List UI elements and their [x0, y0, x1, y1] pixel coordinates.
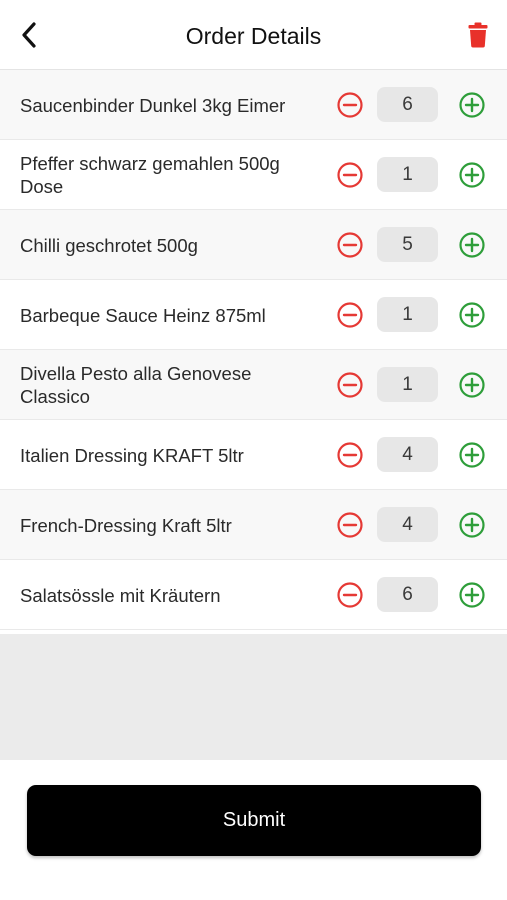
item-name: Divella Pesto alla Genovese Classico	[20, 363, 252, 407]
quantity-field[interactable]: 4	[377, 507, 438, 542]
increase-quantity-button[interactable]	[458, 301, 486, 329]
decrease-quantity-button[interactable]	[336, 371, 364, 399]
order-item-row: Pfeffer schwarz gemahlen 500g Dose 1	[0, 140, 507, 210]
order-item-list: Saucenbinder Dunkel 3kg Eimer 6 Pfeffer sc…	[0, 70, 507, 630]
quantity-field[interactable]: 4	[377, 437, 438, 472]
quantity-field[interactable]: 1	[377, 157, 438, 192]
quantity-field[interactable]: 6	[377, 577, 438, 612]
order-item-row: Salatsössle mit Kräutern 6	[0, 560, 507, 630]
item-name: Italien Dressing KRAFT 5ltr	[20, 444, 244, 466]
order-item-row: Saucenbinder Dunkel 3kg Eimer 6	[0, 70, 507, 140]
decrease-quantity-button[interactable]	[336, 301, 364, 329]
order-item-row: Barbeque Sauce Heinz 875ml 1	[0, 280, 507, 350]
chevron-left-icon	[22, 22, 36, 48]
plus-circle-icon	[459, 372, 485, 398]
decrease-quantity-button[interactable]	[336, 441, 364, 469]
increase-quantity-button[interactable]	[458, 371, 486, 399]
quantity-field[interactable]: 1	[377, 297, 438, 332]
minus-circle-icon	[337, 582, 363, 608]
delete-order-button[interactable]	[463, 18, 493, 52]
plus-circle-icon	[459, 582, 485, 608]
increase-quantity-button[interactable]	[458, 581, 486, 609]
item-name: Barbeque Sauce Heinz 875ml	[20, 304, 266, 326]
increase-quantity-button[interactable]	[458, 511, 486, 539]
decrease-quantity-button[interactable]	[336, 231, 364, 259]
minus-circle-icon	[337, 442, 363, 468]
decrease-quantity-button[interactable]	[336, 161, 364, 189]
order-item-row: Divella Pesto alla Genovese Classico 1	[0, 350, 507, 420]
page-title: Order Details	[185, 23, 322, 49]
quantity-field[interactable]: 1	[377, 367, 438, 402]
plus-circle-icon	[459, 512, 485, 538]
plus-circle-icon	[459, 302, 485, 328]
increase-quantity-button[interactable]	[458, 161, 486, 189]
decrease-quantity-button[interactable]	[336, 91, 364, 119]
order-item-row: Chilli geschrotet 500g 5	[0, 210, 507, 280]
quantity-field[interactable]: 5	[377, 227, 438, 262]
minus-circle-icon	[337, 372, 363, 398]
minus-circle-icon	[337, 232, 363, 258]
item-name: Chilli geschrotet 500g	[20, 234, 198, 256]
increase-quantity-button[interactable]	[458, 91, 486, 119]
decrease-quantity-button[interactable]	[336, 511, 364, 539]
plus-circle-icon	[459, 232, 485, 258]
trash-icon	[468, 22, 488, 48]
decrease-quantity-button[interactable]	[336, 581, 364, 609]
increase-quantity-button[interactable]	[458, 231, 486, 259]
empty-list-area	[0, 634, 507, 760]
minus-circle-icon	[337, 162, 363, 188]
item-name: French-Dressing Kraft 5ltr	[20, 514, 232, 536]
item-name: Pfeffer schwarz gemahlen 500g Dose	[20, 153, 280, 197]
quantity-field[interactable]: 6	[377, 87, 438, 122]
app-header: Order Details	[0, 0, 507, 70]
minus-circle-icon	[337, 512, 363, 538]
minus-circle-icon	[337, 302, 363, 328]
plus-circle-icon	[459, 442, 485, 468]
back-button[interactable]	[14, 18, 44, 52]
plus-circle-icon	[459, 162, 485, 188]
item-name: Saucenbinder Dunkel 3kg Eimer	[20, 94, 286, 116]
minus-circle-icon	[337, 92, 363, 118]
increase-quantity-button[interactable]	[458, 441, 486, 469]
order-item-row: Italien Dressing KRAFT 5ltr 4	[0, 420, 507, 490]
item-name: Salatsössle mit Kräutern	[20, 584, 221, 606]
plus-circle-icon	[459, 92, 485, 118]
submit-button[interactable]: Submit	[27, 785, 481, 856]
order-item-row: French-Dressing Kraft 5ltr 4	[0, 490, 507, 560]
